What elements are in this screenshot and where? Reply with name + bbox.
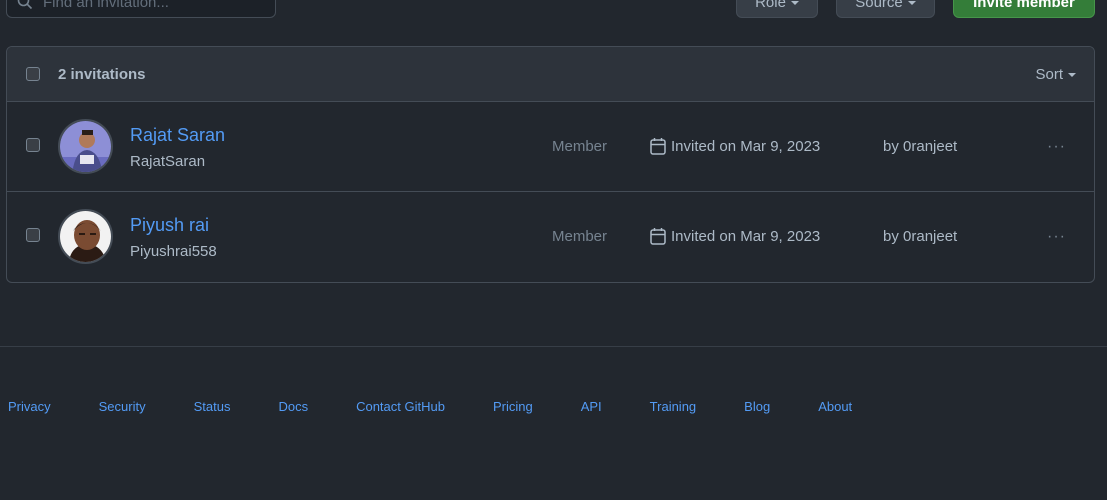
invite-member-button[interactable]: Invite member [953, 0, 1095, 18]
avatar[interactable] [58, 209, 113, 264]
more-options-icon[interactable]: ··· [1047, 138, 1066, 156]
sort-label: Sort [1035, 65, 1063, 83]
invited-by: by 0ranjeet [883, 138, 958, 155]
chevron-down-icon [907, 1, 916, 5]
user-login: Piyushrai558 [130, 243, 217, 260]
list-header: 2 invitations Sort [7, 47, 1094, 102]
list-item: Rajat Saran RajatSaran Member Invited on… [7, 102, 1094, 192]
footer-link-security[interactable]: Security [99, 399, 146, 414]
invited-date: Invited on Mar 9, 2023 [650, 227, 820, 245]
toolbar: Role Source Invite member [0, 0, 1107, 20]
avatar[interactable] [58, 119, 113, 174]
user-name-link[interactable]: Rajat Saran [130, 125, 225, 146]
footer-link-blog[interactable]: Blog [744, 399, 770, 414]
invited-date: Invited on Mar 9, 2023 [650, 137, 820, 155]
search-icon [17, 0, 33, 10]
role-text: Member [552, 228, 608, 245]
footer-link-api[interactable]: API [581, 399, 602, 414]
invite-member-label: Invite member [973, 0, 1075, 11]
calendar-icon [650, 138, 666, 155]
footer-link-about[interactable]: About [818, 399, 852, 414]
row-checkbox[interactable] [26, 138, 40, 152]
footer-link-docs[interactable]: Docs [278, 399, 308, 414]
invited-text: Invited on Mar 9, 2023 [671, 227, 821, 245]
invited-text: Invited on Mar 9, 2023 [671, 137, 821, 155]
chevron-down-icon [1068, 73, 1076, 77]
search-input[interactable] [43, 0, 263, 11]
sort-button[interactable]: Sort [1035, 66, 1076, 83]
footer-link-status[interactable]: Status [194, 399, 231, 414]
footer-divider [0, 346, 1107, 347]
search-box[interactable] [6, 0, 276, 18]
source-filter-button[interactable]: Source [836, 0, 935, 18]
role-text: Member [552, 138, 608, 155]
list-item: Piyush rai Piyushrai558 Member Invited o… [7, 192, 1094, 282]
role-filter-button[interactable]: Role [736, 0, 818, 18]
user-login: RajatSaran [130, 153, 206, 170]
footer-link-contact[interactable]: Contact GitHub [356, 399, 445, 414]
source-filter-label: Source [855, 0, 903, 11]
invitations-list: 2 invitations Sort Rajat Saran RajatSara… [6, 46, 1095, 283]
footer-link-pricing[interactable]: Pricing [493, 399, 533, 414]
role-filter-label: Role [755, 0, 786, 11]
invitation-count: 2 invitations [58, 65, 146, 83]
footer-link-training[interactable]: Training [650, 399, 696, 414]
calendar-icon [650, 228, 666, 245]
user-name-link[interactable]: Piyush rai [130, 215, 209, 236]
invited-by: by 0ranjeet [883, 228, 958, 245]
more-options-icon[interactable]: ··· [1047, 228, 1066, 246]
row-checkbox[interactable] [26, 228, 40, 242]
footer-links: Privacy Security Status Docs Contact Git… [8, 399, 900, 414]
select-all-checkbox[interactable] [26, 67, 40, 81]
chevron-down-icon [790, 1, 799, 5]
footer-link-privacy[interactable]: Privacy [8, 399, 51, 414]
